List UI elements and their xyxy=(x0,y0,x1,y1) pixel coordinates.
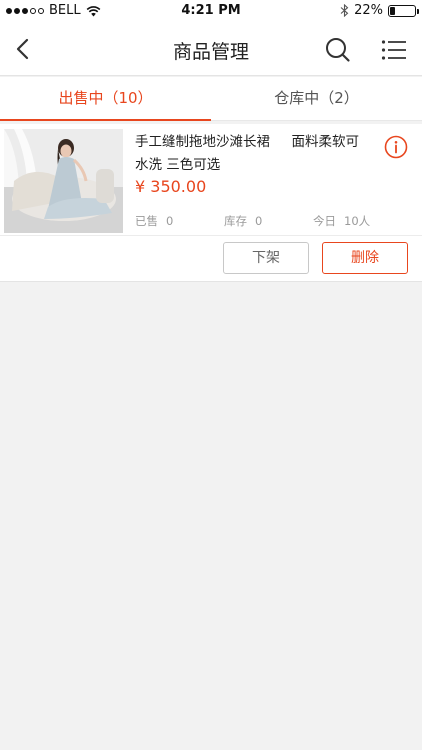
status-right: 22% xyxy=(340,3,419,18)
sold-stat: 已售 0 xyxy=(135,213,173,229)
bluetooth-icon xyxy=(340,4,349,17)
sold-value: 0 xyxy=(166,214,174,228)
battery-icon xyxy=(388,4,419,17)
product-price: ¥ 350.00 xyxy=(135,177,207,196)
search-button[interactable] xyxy=(322,34,354,66)
tab-on-sale[interactable]: 出售中（10） xyxy=(0,77,211,120)
product-card[interactable]: 手工缝制拖地沙滩长裙 面料柔软可水洗 三色可选 ¥ 350.00 已售 0 库存 0… xyxy=(0,124,422,282)
product-title[interactable]: 手工缝制拖地沙滩长裙 面料柔软可水洗 三色可选 xyxy=(135,131,370,177)
active-tab-indicator xyxy=(0,119,211,121)
info-button[interactable] xyxy=(383,134,409,160)
page-title: 商品管理 xyxy=(172,41,249,63)
today-value: 10人 xyxy=(344,214,371,228)
stock-stat: 库存 0 xyxy=(224,213,262,229)
divider xyxy=(0,235,422,236)
battery-percent: 22% xyxy=(354,3,383,18)
battery-fill xyxy=(390,6,395,15)
stock-label: 库存 xyxy=(224,214,247,228)
tab-warehouse[interactable]: 仓库中（2） xyxy=(211,77,422,120)
status-tabs: 出售中（10） 仓库中（2） xyxy=(0,77,422,121)
today-label: 今日 xyxy=(313,214,336,228)
search-icon xyxy=(326,38,350,62)
sold-label: 已售 xyxy=(135,214,158,228)
product-image[interactable] xyxy=(4,129,123,233)
stock-value: 0 xyxy=(255,214,263,228)
menu-button[interactable] xyxy=(378,34,410,66)
status-bar: BELL 4:21 PM 22% xyxy=(0,0,422,22)
today-stat: 今日 10人 xyxy=(313,213,370,229)
delete-button[interactable]: 删除 xyxy=(322,242,408,274)
product-photo xyxy=(4,129,123,233)
nav-bar: 商品管理 xyxy=(0,22,422,76)
back-button[interactable] xyxy=(8,35,36,63)
delist-button[interactable]: 下架 xyxy=(223,242,309,274)
list-menu-icon xyxy=(381,40,406,60)
chevron-left-icon xyxy=(16,38,29,60)
info-icon xyxy=(384,135,408,159)
